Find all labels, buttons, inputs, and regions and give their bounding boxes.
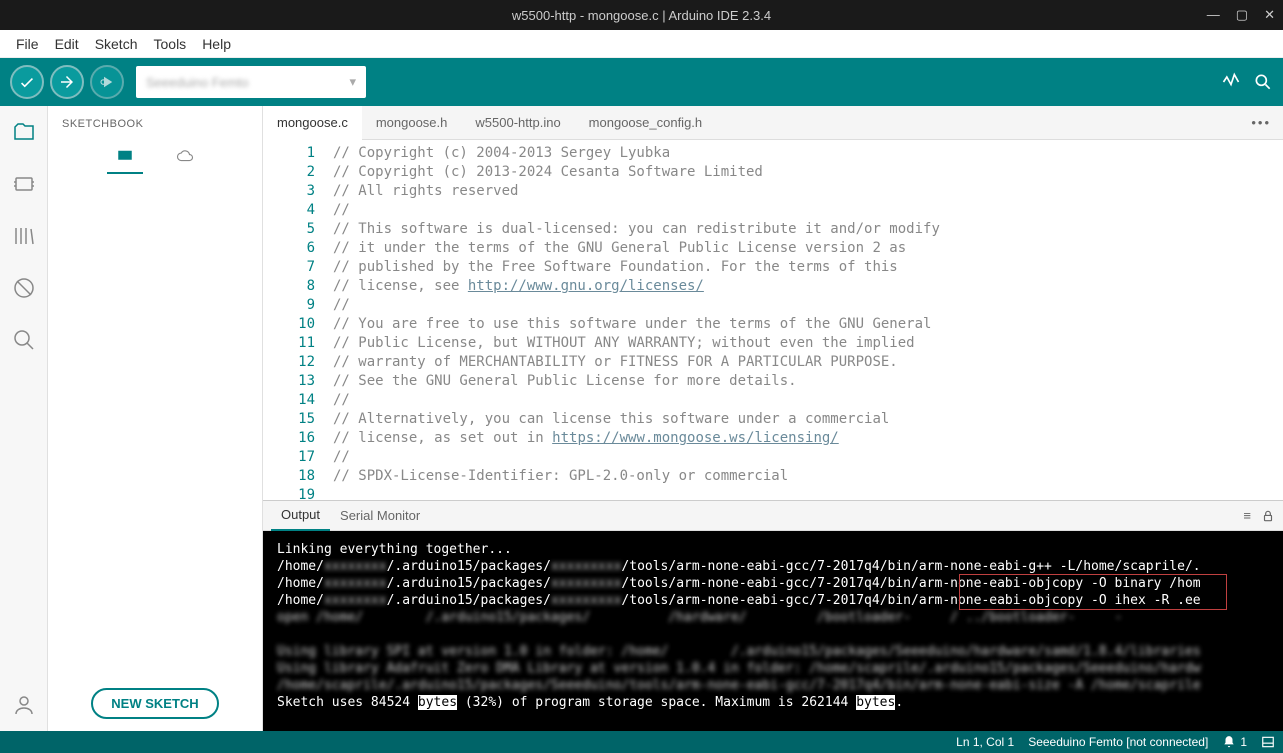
cursor-position[interactable]: Ln 1, Col 1 [956,735,1014,749]
debug-button[interactable] [90,65,124,99]
console-line: /home/xxxxxxxx/.arduino15/packages/xxxxx… [277,575,1269,592]
search-activity[interactable] [10,326,38,354]
library-manager-activity[interactable] [10,222,38,250]
panel-menu-icon[interactable]: ≡ [1243,508,1251,523]
tab-mongoose-c[interactable]: mongoose.c [263,106,362,140]
tab-mongoose-config-h[interactable]: mongoose_config.h [575,106,716,140]
boards-manager-activity[interactable] [10,170,38,198]
close-panel-button[interactable] [1261,735,1275,749]
console-line: Linking everything together... [277,541,1269,558]
code-content[interactable]: // Copyright (c) 2004-2013 Sergey Lyubka… [333,140,1283,500]
close-button[interactable]: ✕ [1264,7,1275,23]
debug-activity[interactable] [10,274,38,302]
toolbar: Seeeduino Femto ▾ [0,58,1283,106]
folder-icon [12,120,36,144]
maximize-button[interactable]: ▢ [1236,7,1248,23]
panel-lock-icon[interactable] [1261,508,1275,523]
console-line: open /home/ /.arduino15/packages/ /hardw… [277,609,1269,626]
serial-monitor-tab[interactable]: Serial Monitor [330,501,430,531]
serial-plotter-button[interactable] [1221,72,1241,92]
output-panel: Output Serial Monitor ≡ Linking everythi… [263,500,1283,731]
code-editor[interactable]: 12345678910111213141516171819 // Copyrig… [263,140,1283,500]
magnifier-icon [1253,72,1273,92]
cloud-icon [176,147,194,165]
output-tab[interactable]: Output [271,501,330,531]
sketchbook-list [48,176,262,676]
menu-sketch[interactable]: Sketch [87,32,146,56]
search-icon [12,328,36,352]
editor-area: mongoose.c mongoose.h w5500-http.ino mon… [263,106,1283,731]
no-entry-icon [12,276,36,300]
board-icon [12,172,36,196]
plotter-icon [1221,72,1241,92]
account-activity[interactable] [10,691,38,719]
sidebar-title: SKETCHBOOK [48,106,262,138]
console[interactable]: Linking everything together... /home/xxx… [263,531,1283,731]
titlebar: w5500-http - mongoose.c | Arduino IDE 2.… [0,0,1283,30]
editor-tabs: mongoose.c mongoose.h w5500-http.ino mon… [263,106,1283,140]
minimize-button[interactable]: — [1207,7,1220,23]
console-line: /home/xxxxxxxx/.arduino15/packages/xxxxx… [277,592,1269,609]
menu-file[interactable]: File [8,32,47,56]
tab-mongoose-h[interactable]: mongoose.h [362,106,462,140]
tab-w5500-http-ino[interactable]: w5500-http.ino [461,106,574,140]
notifications-button[interactable]: 1 [1222,735,1247,749]
local-sketches-tab[interactable] [115,146,135,166]
console-line: Using library Adafruit Zero DMA Library … [277,660,1269,677]
menu-help[interactable]: Help [194,32,239,56]
panel-icon [1261,735,1275,749]
window-title: w5500-http - mongoose.c | Arduino IDE 2.… [512,8,771,23]
user-icon [12,693,36,717]
console-line: /home/xxxxxxxx/.arduino15/packages/xxxxx… [277,558,1269,575]
activity-bar [0,106,48,731]
tabs-overflow-button[interactable]: ••• [1239,115,1283,130]
board-name: Seeeduino Femto [146,75,249,90]
new-sketch-button[interactable]: NEW SKETCH [91,688,218,719]
sidebar: SKETCHBOOK NEW SKETCH [48,106,263,731]
books-icon [12,224,36,248]
arrow-right-icon [58,73,76,91]
verify-button[interactable] [10,65,44,99]
status-board[interactable]: Seeeduino Femto [not connected] [1028,735,1208,749]
serial-monitor-button[interactable] [1253,72,1273,92]
sketchbook-activity[interactable] [10,118,38,146]
menu-tools[interactable]: Tools [146,32,195,56]
cloud-sketches-tab[interactable] [175,146,195,166]
chevron-down-icon: ▾ [349,74,356,90]
console-line: Using library SPI at version 1.0 in fold… [277,643,1269,660]
statusbar: Ln 1, Col 1 Seeeduino Femto [not connect… [0,731,1283,753]
menubar: File Edit Sketch Tools Help [0,30,1283,58]
check-icon [18,73,36,91]
line-gutter: 12345678910111213141516171819 [263,140,333,500]
board-selector[interactable]: Seeeduino Femto ▾ [136,66,366,98]
upload-button[interactable] [50,65,84,99]
console-line: /home/scaprile/.arduino15/packages/Seeed… [277,677,1269,694]
bell-icon [1222,735,1236,749]
computer-icon [116,147,134,165]
debug-icon [98,73,116,91]
menu-edit[interactable]: Edit [47,32,87,56]
console-line: Sketch uses 84524 bytes (32%) of program… [277,694,1269,711]
